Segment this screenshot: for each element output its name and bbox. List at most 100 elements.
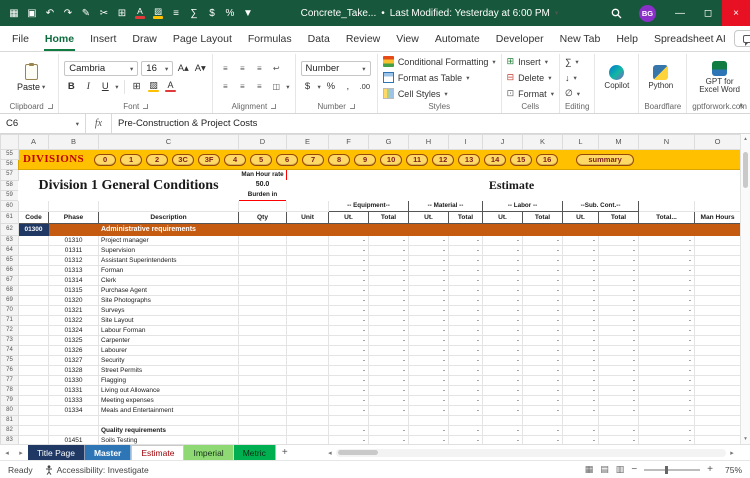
cell-value[interactable]: - xyxy=(563,356,599,366)
cell-code[interactable] xyxy=(19,316,49,326)
cell-value[interactable]: - xyxy=(409,236,449,246)
name-box[interactable]: C6▾ xyxy=(0,114,86,133)
cell-phase[interactable]: 01326 xyxy=(49,346,99,356)
decimal-button[interactable]: .00 xyxy=(358,79,372,94)
cell-value[interactable]: - xyxy=(563,286,599,296)
cell-value[interactable]: - xyxy=(409,436,449,445)
cell-code[interactable] xyxy=(19,396,49,406)
cell-value[interactable]: - xyxy=(639,316,695,326)
cell-value[interactable]: - xyxy=(449,266,483,276)
division-button-1[interactable]: 1 xyxy=(120,154,142,166)
cell-value[interactable]: - xyxy=(523,286,563,296)
document-title-area[interactable]: Concrete_Take... • Last Modified: Yester… xyxy=(256,8,603,19)
man-hour-rate-label-cell[interactable]: Man Hour rate xyxy=(239,170,287,181)
cell-value[interactable]: - xyxy=(409,316,449,326)
cell-value[interactable]: - xyxy=(369,436,409,445)
cell-value[interactable]: - xyxy=(409,266,449,276)
dialog-launcher-icon[interactable] xyxy=(350,104,355,109)
cell-value[interactable]: - xyxy=(449,306,483,316)
ribbon-tab-new-tab[interactable]: New Tab xyxy=(552,26,609,51)
cell-value[interactable] xyxy=(449,416,483,426)
accessibility-status[interactable]: Accessibility: Investigate xyxy=(45,465,149,475)
cell-value[interactable]: - xyxy=(483,336,523,346)
cell-value[interactable]: - xyxy=(483,296,523,306)
division-button-3F[interactable]: 3F xyxy=(198,154,220,166)
ribbon-tab-file[interactable]: File xyxy=(4,26,37,51)
cell-value[interactable]: - xyxy=(523,436,563,445)
fill-color-button[interactable]: ▨ xyxy=(147,79,161,94)
cell-phase[interactable]: 01324 xyxy=(49,326,99,336)
cell-value[interactable]: - xyxy=(599,336,639,346)
cell-value[interactable]: - xyxy=(369,236,409,246)
cell-value[interactable]: - xyxy=(483,406,523,416)
cell-value[interactable]: - xyxy=(409,256,449,266)
cell-unit[interactable] xyxy=(287,416,329,426)
align-left-button[interactable]: ≡ xyxy=(218,79,232,94)
cell-value[interactable]: - xyxy=(563,346,599,356)
cell-value[interactable]: - xyxy=(599,356,639,366)
cell-value[interactable]: - xyxy=(599,256,639,266)
cell-qty[interactable] xyxy=(239,436,287,445)
comments-button[interactable]: Comments xyxy=(734,30,750,47)
cell-code[interactable] xyxy=(19,436,49,445)
field-header[interactable]: Total xyxy=(599,212,639,224)
cell-value[interactable]: - xyxy=(329,376,369,386)
cell-value[interactable]: - xyxy=(449,316,483,326)
cell-qty[interactable] xyxy=(239,426,287,436)
cell-value[interactable]: - xyxy=(483,266,523,276)
cell-code[interactable] xyxy=(19,276,49,286)
align-right-button[interactable]: ≡ xyxy=(252,79,266,94)
row-number[interactable]: 71 xyxy=(1,316,19,326)
cell-value[interactable]: - xyxy=(639,426,695,436)
align-bottom-button[interactable]: ≡ xyxy=(252,61,266,76)
division-button-3C[interactable]: 3C xyxy=(172,154,194,166)
column-header-C[interactable]: C xyxy=(99,135,239,150)
section-label-cell[interactable]: Administrative requirements xyxy=(99,224,741,236)
cell-code[interactable] xyxy=(19,236,49,246)
row-number[interactable]: 75 xyxy=(1,356,19,366)
cell-value[interactable]: - xyxy=(599,236,639,246)
cell-value[interactable]: - xyxy=(409,286,449,296)
row-number[interactable]: 72 xyxy=(1,326,19,336)
cell-value[interactable]: - xyxy=(639,276,695,286)
cell-qty[interactable] xyxy=(239,286,287,296)
cell-unit[interactable] xyxy=(287,336,329,346)
cell-value[interactable]: - xyxy=(523,306,563,316)
cell-value[interactable]: - xyxy=(483,366,523,376)
cell-value[interactable]: - xyxy=(409,276,449,286)
cell-value[interactable]: - xyxy=(639,286,695,296)
cell-value[interactable] xyxy=(409,416,449,426)
cell-value[interactable]: - xyxy=(449,296,483,306)
cell-value[interactable]: - xyxy=(483,246,523,256)
cell-value[interactable]: - xyxy=(449,376,483,386)
cell-code[interactable] xyxy=(19,326,49,336)
zoom-in-button[interactable]: + xyxy=(707,464,713,475)
cell-description[interactable] xyxy=(99,416,239,426)
ribbon-tab-automate[interactable]: Automate xyxy=(427,26,488,51)
cell-qty[interactable] xyxy=(239,236,287,246)
cell-manhours[interactable] xyxy=(695,376,741,386)
cell-qty[interactable] xyxy=(239,356,287,366)
cell-qty[interactable] xyxy=(239,386,287,396)
cell-value[interactable]: - xyxy=(563,306,599,316)
ribbon-tab-review[interactable]: Review xyxy=(338,26,388,51)
cell-phase[interactable]: 01334 xyxy=(49,406,99,416)
cell-description[interactable]: Purchase Agent xyxy=(99,286,239,296)
row-number[interactable]: 70 xyxy=(1,306,19,316)
cell-value[interactable]: - xyxy=(329,256,369,266)
cell-manhours[interactable] xyxy=(695,366,741,376)
row-number[interactable]: 60 xyxy=(1,201,19,212)
cell-phase[interactable]: 01325 xyxy=(49,336,99,346)
cell-manhours[interactable] xyxy=(695,326,741,336)
clear-button[interactable]: ∅▾ xyxy=(565,87,580,100)
division-button-14[interactable]: 14 xyxy=(484,154,506,166)
collapse-ribbon-button[interactable]: ∧ xyxy=(738,101,744,110)
empty-cell[interactable] xyxy=(99,201,239,212)
cell-phase[interactable]: 01314 xyxy=(49,276,99,286)
cell-value[interactable]: - xyxy=(329,426,369,436)
cell-value[interactable]: - xyxy=(369,386,409,396)
formula-input[interactable]: Pre-Construction & Project Costs xyxy=(112,114,750,133)
cell-value[interactable]: - xyxy=(483,316,523,326)
cell-value[interactable]: - xyxy=(483,396,523,406)
division-button-5[interactable]: 5 xyxy=(250,154,272,166)
